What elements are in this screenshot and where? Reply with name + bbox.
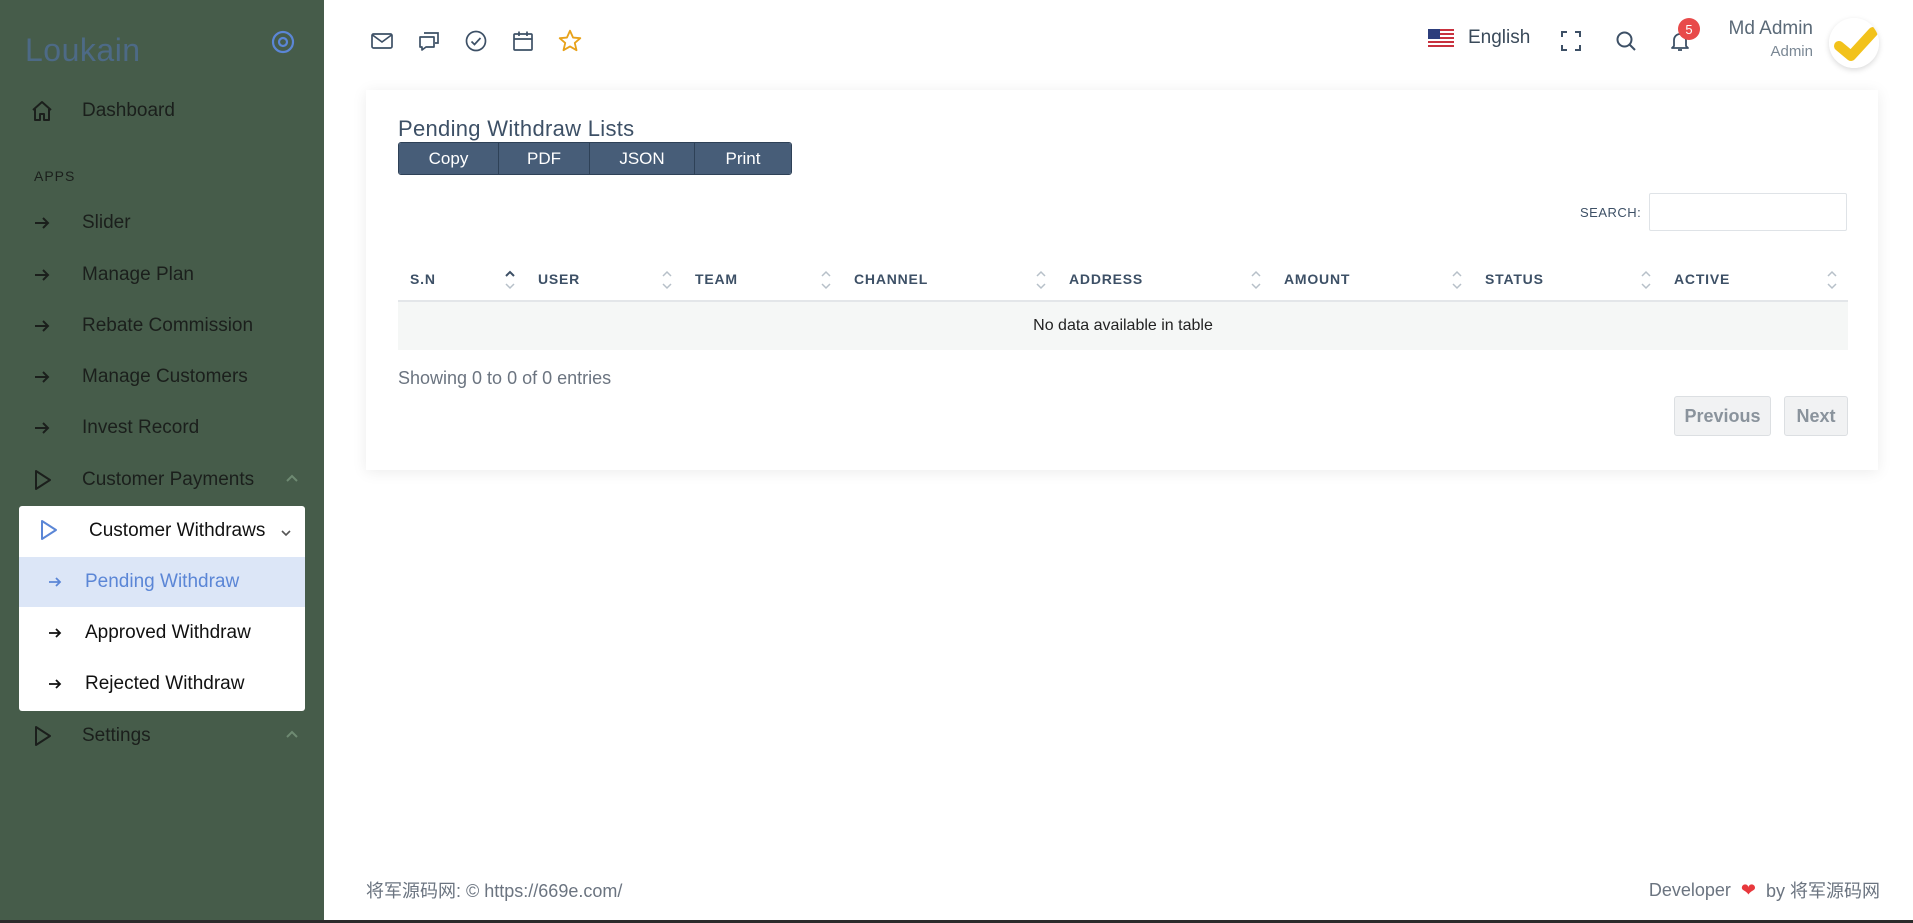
sidebar: Loukain Dashboard APPS Slider Manage Pla… — [0, 0, 324, 923]
previous-button[interactable]: Previous — [1674, 396, 1771, 436]
arrow-right-icon — [30, 263, 54, 287]
sidebar-toggle-icon[interactable] — [271, 30, 295, 54]
sort-asc-icon — [504, 266, 516, 294]
notification-badge: 5 — [1678, 18, 1700, 40]
calendar-icon[interactable] — [510, 28, 536, 54]
arrow-right-icon — [30, 314, 54, 338]
check-circle-icon[interactable] — [463, 28, 489, 54]
footer-developer-label: Developer — [1648, 879, 1731, 900]
sidebar-item-label: Invest Record — [82, 417, 200, 438]
json-button[interactable]: JSON — [590, 143, 695, 174]
fullscreen-icon[interactable] — [1558, 28, 1584, 54]
sidebar-item-customer-withdraws[interactable]: Customer Withdraws — [19, 506, 305, 556]
arrow-right-icon — [30, 365, 54, 389]
sidebar-subitem-rejected-withdraw[interactable]: Rejected Withdraw — [19, 659, 305, 709]
sidebar-subitem-label: Pending Withdraw — [85, 571, 240, 592]
sidebar-item-customer-payments[interactable]: Customer Payments — [30, 460, 300, 500]
sidebar-item-label: Manage Plan — [82, 264, 194, 285]
sidebar-item-label: Dashboard — [82, 100, 175, 121]
column-header-team[interactable]: TEAM — [683, 258, 842, 300]
avatar[interactable] — [1829, 18, 1879, 68]
chat-icon[interactable] — [416, 28, 442, 54]
home-icon — [30, 99, 54, 123]
sidebar-item-label: Slider — [82, 212, 131, 233]
language-selector[interactable]: English — [1428, 27, 1530, 49]
sidebar-subitem-pending-withdraw[interactable]: Pending Withdraw — [19, 557, 305, 607]
sort-icon — [1250, 266, 1262, 294]
play-icon — [30, 468, 54, 492]
sort-icon — [661, 266, 673, 294]
sidebar-item-manage-plan[interactable]: Manage Plan — [30, 255, 300, 295]
play-icon — [37, 519, 61, 543]
star-icon[interactable] — [557, 28, 583, 54]
column-header-channel[interactable]: CHANNEL — [842, 258, 1057, 300]
arrow-right-icon — [47, 574, 63, 590]
column-header-user[interactable]: USER — [526, 258, 683, 300]
submenu-customer-withdraws: Customer Withdraws Pending Withdraw Appr… — [19, 506, 305, 711]
sidebar-item-settings[interactable]: Settings — [30, 716, 300, 756]
copy-button[interactable]: Copy — [399, 143, 499, 174]
sidebar-item-label: Rebate Commission — [82, 315, 254, 336]
export-button-group: Copy PDF JSON Print — [398, 142, 792, 175]
chevron-up-icon — [284, 727, 300, 743]
column-header-active[interactable]: ACTIVE — [1662, 258, 1848, 300]
footer-credit: Developer ❤ by 将军源码网 — [1649, 877, 1880, 903]
sort-icon — [1826, 266, 1838, 294]
sidebar-item-slider[interactable]: Slider — [30, 203, 300, 243]
column-header-amount[interactable]: AMOUNT — [1272, 258, 1473, 300]
next-button[interactable]: Next — [1784, 396, 1848, 436]
heart-icon: ❤ — [1740, 879, 1756, 900]
chevron-up-icon — [284, 471, 300, 487]
sort-icon — [1035, 266, 1047, 294]
sidebar-item-manage-customers[interactable]: Manage Customers — [30, 357, 300, 397]
sidebar-section-apps: APPS — [34, 168, 76, 184]
page-title: Pending Withdraw Lists — [398, 116, 635, 141]
arrow-right-icon — [47, 676, 63, 692]
sort-icon — [1640, 266, 1652, 294]
us-flag-icon — [1428, 29, 1454, 47]
footer-by-label: by 将军源码网 — [1765, 881, 1880, 901]
user-role: Admin — [1770, 43, 1813, 60]
sidebar-subitem-label: Rejected Withdraw — [85, 673, 245, 694]
sidebar-item-label: Customer Payments — [82, 469, 255, 490]
table-empty-row: No data available in table — [398, 302, 1848, 350]
arrow-right-icon — [30, 416, 54, 440]
sidebar-item-invest-record[interactable]: Invest Record — [30, 408, 300, 448]
table-info: Showing 0 to 0 of 0 entries — [398, 368, 612, 388]
search-label: SEARCH: — [1580, 205, 1642, 220]
chevron-down-icon — [279, 524, 293, 538]
language-label: English — [1468, 27, 1531, 48]
sidebar-subitem-label: Approved Withdraw — [85, 622, 251, 643]
pdf-button[interactable]: PDF — [499, 143, 590, 174]
sidebar-item-label: Customer Withdraws — [89, 520, 266, 541]
brand-logo[interactable]: Loukain — [25, 32, 141, 69]
sidebar-item-dashboard[interactable]: Dashboard — [30, 91, 300, 131]
sidebar-item-rebate-commission[interactable]: Rebate Commission — [30, 306, 300, 346]
footer-copyright[interactable]: 将军源码网: © https://669e.com/ — [366, 877, 622, 903]
print-button[interactable]: Print — [695, 143, 791, 174]
sidebar-item-label: Settings — [82, 725, 151, 746]
arrow-right-icon — [47, 625, 63, 641]
sidebar-subitem-approved-withdraw[interactable]: Approved Withdraw — [19, 608, 305, 658]
user-name[interactable]: Md Admin — [1729, 18, 1813, 40]
mail-icon[interactable] — [369, 28, 395, 54]
sort-icon — [1451, 266, 1463, 294]
sort-icon — [820, 266, 832, 294]
table-header: S.N USER TEAM CHANNEL ADDRESS AMOUNT STA… — [398, 258, 1848, 302]
column-header-status[interactable]: STATUS — [1473, 258, 1662, 300]
search-icon[interactable] — [1613, 28, 1639, 54]
arrow-right-icon — [30, 211, 54, 235]
play-icon — [30, 724, 54, 748]
withdraw-card: Pending Withdraw Lists Copy PDF JSON Pri… — [366, 90, 1878, 470]
search-input[interactable] — [1649, 193, 1847, 231]
sidebar-item-label: Manage Customers — [82, 366, 248, 387]
column-header-address[interactable]: ADDRESS — [1057, 258, 1272, 300]
